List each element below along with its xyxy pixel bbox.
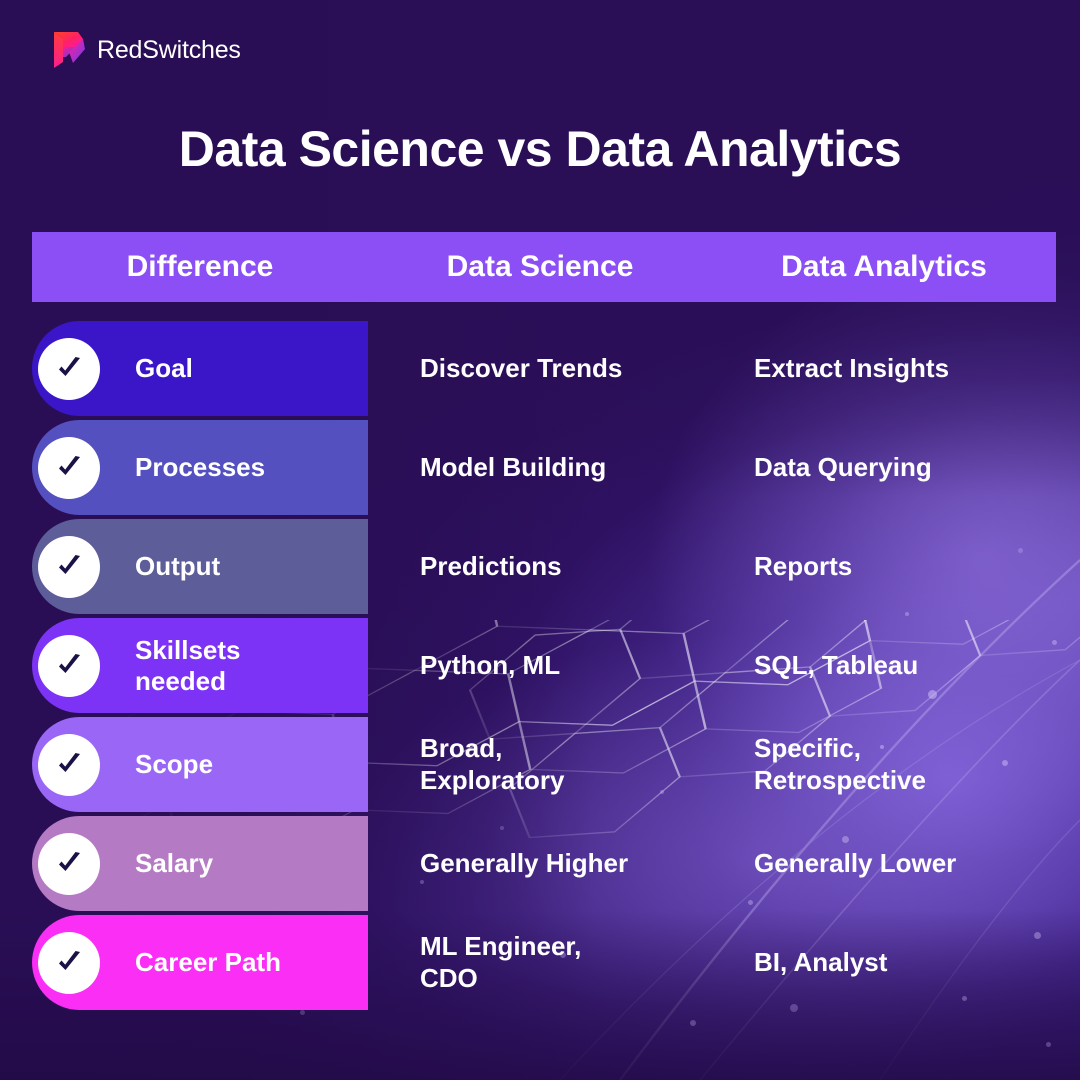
check-icon <box>38 436 100 499</box>
data-analytics-value: Extract Insights <box>754 352 950 383</box>
difference-pill[interactable]: Career Path <box>32 915 368 1010</box>
table-row: Salary Generally Higher Generally Lower <box>32 816 1056 911</box>
data-analytics-value: SQL, Tableau <box>754 649 919 680</box>
difference-pill[interactable]: Output <box>32 519 368 614</box>
data-science-value: Discover Trends <box>420 352 623 383</box>
redswitches-r-logo-icon <box>54 32 85 68</box>
data-science-cell: ML Engineer, CDO <box>368 931 712 993</box>
check-icon <box>38 337 100 400</box>
check-icon <box>38 931 100 994</box>
difference-label: Salary <box>135 848 214 879</box>
check-icon <box>38 535 100 598</box>
data-science-value: Python, ML <box>420 649 561 680</box>
difference-label: Career Path <box>135 947 281 978</box>
difference-label: Scope <box>135 749 214 780</box>
difference-pill[interactable]: Skillsets needed <box>32 618 368 713</box>
check-icon <box>38 832 100 895</box>
data-analytics-cell: Specific, Retrospective <box>712 733 1056 795</box>
data-science-value: ML Engineer, CDO <box>420 931 582 993</box>
brand-name: RedSwitches <box>97 35 241 64</box>
difference-label: Skillsets needed <box>135 635 241 696</box>
data-science-cell: Model Building <box>368 452 712 483</box>
data-science-cell: Predictions <box>368 551 712 582</box>
data-science-cell: Discover Trends <box>368 353 712 384</box>
column-header-data-analytics: Data Analytics <box>712 250 1056 284</box>
difference-label: Goal <box>135 353 193 384</box>
table-row: Output Predictions Reports <box>32 519 1056 614</box>
table-row: Goal Discover Trends Extract Insights <box>32 321 1056 416</box>
data-science-cell: Python, ML <box>368 650 712 681</box>
column-header-difference: Difference <box>32 250 368 284</box>
data-science-value: Predictions <box>420 550 562 581</box>
difference-label: Processes <box>135 452 266 483</box>
page-title: Data Science vs Data Analytics <box>178 121 902 177</box>
data-science-value: Broad, Exploratory <box>420 733 565 795</box>
brand-logo[interactable]: RedSwitches <box>52 30 241 70</box>
data-analytics-cell: SQL, Tableau <box>712 650 1056 681</box>
data-analytics-value: Reports <box>754 550 853 581</box>
table-row: Skillsets needed Python, ML SQL, Tableau <box>32 618 1056 713</box>
data-analytics-cell: Reports <box>712 551 1056 582</box>
data-science-value: Generally Higher <box>420 847 629 878</box>
table-body: Goal Discover Trends Extract Insights Proce… <box>32 321 1056 1010</box>
check-icon <box>38 733 100 796</box>
difference-pill[interactable]: Scope <box>32 717 368 812</box>
data-science-value: Model Building <box>420 451 607 482</box>
table-row: Career Path ML Engineer, CDO BI, Analyst <box>32 915 1056 1010</box>
column-header-data-science-label: Data Science <box>446 250 634 283</box>
data-analytics-value: BI, Analyst <box>754 946 888 977</box>
data-analytics-cell: Extract Insights <box>712 353 1056 384</box>
column-header-data-analytics-label: Data Analytics <box>781 250 987 283</box>
data-science-cell: Broad, Exploratory <box>368 733 712 795</box>
table-row: Scope Broad, Exploratory Specific, Retrosp… <box>32 717 1056 812</box>
data-analytics-value: Specific, Retrospective <box>754 733 926 795</box>
data-analytics-cell: Data Querying <box>712 452 1056 483</box>
data-analytics-value: Generally Lower <box>754 847 957 878</box>
data-analytics-cell: Generally Lower <box>712 848 1056 879</box>
data-analytics-value: Data Querying <box>754 451 932 482</box>
check-icon <box>38 634 100 697</box>
difference-pill[interactable]: Salary <box>32 816 368 911</box>
comparison-table: Difference Data Science Data Analytics G… <box>32 232 1056 1014</box>
difference-pill[interactable]: Processes <box>32 420 368 515</box>
difference-label: Output <box>135 551 221 582</box>
data-analytics-cell: BI, Analyst <box>712 947 1056 978</box>
column-header-difference-label: Difference <box>126 250 274 283</box>
table-header-row: Difference Data Science Data Analytics <box>32 232 1056 302</box>
column-header-data-science: Data Science <box>368 250 712 284</box>
table-row: Processes Model Building Data Querying <box>32 420 1056 515</box>
data-science-cell: Generally Higher <box>368 848 712 879</box>
difference-pill[interactable]: Goal <box>32 321 368 416</box>
